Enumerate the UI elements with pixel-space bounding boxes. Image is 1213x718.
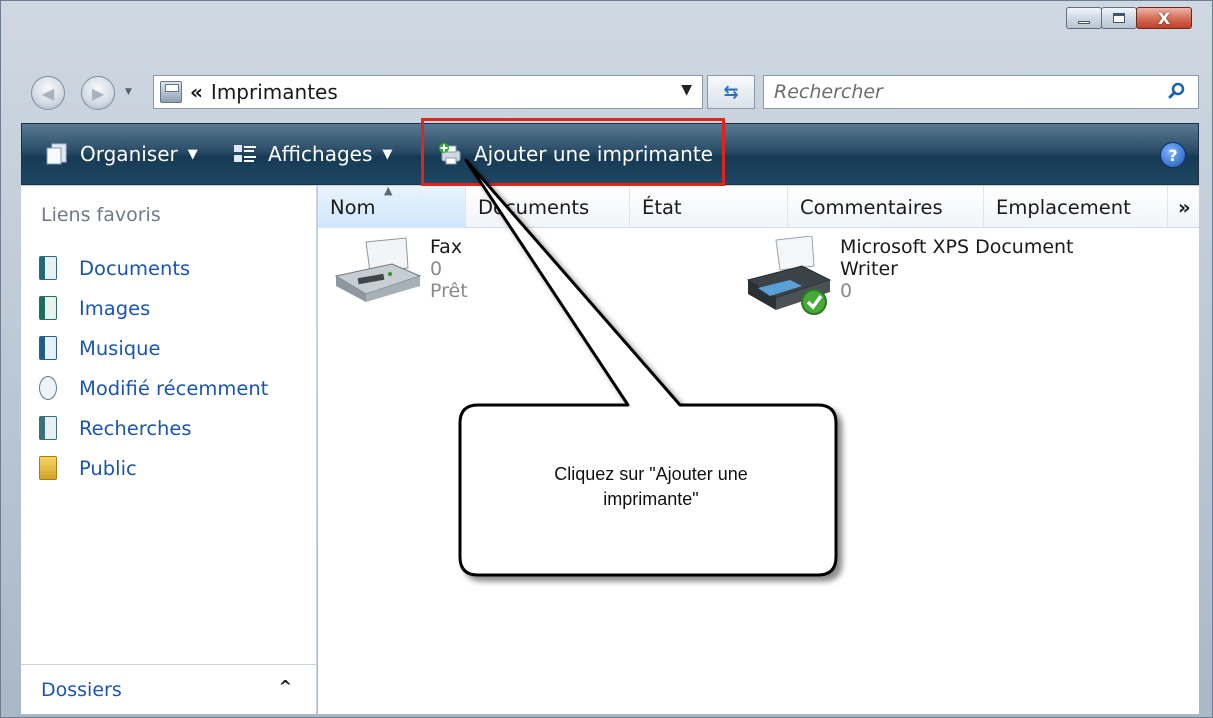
search-input[interactable] xyxy=(774,81,1154,103)
add-printer-icon xyxy=(439,143,461,165)
printer-item-fax[interactable]: Fax 0 Prêt xyxy=(328,236,468,306)
documents-icon xyxy=(39,256,57,280)
music-icon xyxy=(39,336,57,360)
column-header-label: Nom xyxy=(330,195,376,219)
sort-ascending-icon: ▲ xyxy=(384,184,393,197)
close-icon: X xyxy=(1157,8,1171,28)
printer-status: Prêt xyxy=(430,280,468,302)
navigation-pane: Liens favoris Documents Images Musique M… xyxy=(21,186,317,714)
file-list: ▲ Nom Documents État Commentaires Emplac… xyxy=(318,184,1199,714)
sidebar-item-documents[interactable]: Documents xyxy=(39,248,268,288)
callout-text: Cliquez sur "Ajouter une imprimante" xyxy=(470,462,832,512)
sidebar-item-label: Images xyxy=(79,296,151,320)
chevron-down-icon: ▼ xyxy=(382,146,393,162)
column-header-commentaires[interactable]: Commentaires xyxy=(788,186,984,228)
organiser-button[interactable]: Organiser ▼ xyxy=(44,142,198,166)
column-header-label: État xyxy=(642,195,682,219)
printers-folder-icon xyxy=(160,81,182,103)
column-header-label: Commentaires xyxy=(800,195,943,219)
breadcrumb-overflow[interactable]: « xyxy=(190,80,203,104)
sidebar-item-images[interactable]: Images xyxy=(39,288,268,328)
chevron-down-icon: ▼ xyxy=(187,146,198,162)
forward-arrow-icon: ▶ xyxy=(91,83,105,103)
folder-icon xyxy=(39,456,57,480)
add-printer-button[interactable]: Ajouter une imprimante xyxy=(438,142,713,166)
search-box[interactable] xyxy=(763,75,1199,109)
fax-machine-icon xyxy=(334,237,422,302)
back-arrow-icon: ◀ xyxy=(41,83,55,103)
affichages-button[interactable]: Affichages ▼ xyxy=(232,142,392,166)
folders-label: Dossiers xyxy=(41,678,122,701)
sidebar-item-label: Musique xyxy=(79,336,161,360)
address-dropdown-icon[interactable]: ▼ xyxy=(681,82,692,98)
callout-line-1: Cliquez sur "Ajouter une xyxy=(554,464,748,484)
views-icon xyxy=(234,145,256,162)
printer-details: Microsoft XPS Document Writer 0 xyxy=(840,236,1074,322)
back-button[interactable]: ◀ xyxy=(31,76,65,110)
column-header-label: Emplacement xyxy=(996,195,1131,219)
organiser-label: Organiser xyxy=(80,142,178,166)
printer-details: Fax 0 Prêt xyxy=(430,236,468,306)
more-columns-button[interactable]: » xyxy=(1168,186,1199,228)
images-icon xyxy=(39,296,57,320)
help-icon[interactable]: ? xyxy=(1160,142,1186,168)
printer-name: Fax xyxy=(430,236,463,258)
add-printer-label: Ajouter une imprimante xyxy=(474,142,713,166)
callout-line-2: imprimante" xyxy=(603,489,699,509)
printer-documents: 0 xyxy=(430,258,443,280)
folders-toggle[interactable]: Dossiers ^ xyxy=(21,664,316,714)
sidebar-item-label: Modifié récemment xyxy=(79,376,269,400)
sidebar-item-public[interactable]: Public xyxy=(39,448,268,488)
column-header-label: Documents xyxy=(478,195,590,219)
maximize-button[interactable] xyxy=(1101,7,1137,29)
breadcrumb-imprimantes[interactable]: Imprimantes xyxy=(211,80,338,104)
forward-button[interactable]: ▶ xyxy=(81,76,115,110)
affichages-label: Affichages xyxy=(268,142,373,166)
column-header-etat[interactable]: État xyxy=(630,186,788,228)
column-header-documents[interactable]: Documents xyxy=(466,186,630,228)
caption-buttons: X xyxy=(1066,7,1192,29)
minimize-icon xyxy=(1078,20,1090,24)
recent-icon xyxy=(39,376,57,400)
organise-icon xyxy=(46,143,67,165)
refresh-button[interactable]: ⇆ xyxy=(707,75,755,109)
sidebar-item-recent[interactable]: Modifié récemment xyxy=(39,368,268,408)
more-columns-label: » xyxy=(1178,195,1191,219)
column-header-nom[interactable]: ▲ Nom xyxy=(318,184,466,228)
sidebar-item-label: Public xyxy=(79,456,137,480)
column-header-emplacement[interactable]: Emplacement xyxy=(984,186,1168,228)
favorite-links-heading: Liens favoris xyxy=(41,204,161,226)
printer-name-line1: Microsoft XPS Document xyxy=(840,236,1074,258)
sidebar-item-label: Documents xyxy=(79,256,191,280)
printer-item-xps[interactable]: Microsoft XPS Document Writer 0 xyxy=(742,236,1074,322)
sidebar-item-recherches[interactable]: Recherches xyxy=(39,408,268,448)
search-icon[interactable] xyxy=(1168,82,1186,100)
printer-icon xyxy=(746,236,832,315)
printer-name-line2: Writer xyxy=(840,258,898,280)
sidebar-item-musique[interactable]: Musique xyxy=(39,328,268,368)
printer-documents: 0 xyxy=(840,280,853,302)
address-bar[interactable]: « Imprimantes ▼ xyxy=(153,75,703,109)
minimize-button[interactable] xyxy=(1066,7,1102,29)
sidebar-item-label: Recherches xyxy=(79,416,192,440)
close-button[interactable]: X xyxy=(1136,7,1192,29)
searches-icon xyxy=(39,416,57,440)
column-headers: ▲ Nom Documents État Commentaires Emplac… xyxy=(318,184,1199,228)
chevron-up-icon: ^ xyxy=(278,677,292,696)
maximize-icon xyxy=(1113,13,1125,23)
refresh-icon: ⇆ xyxy=(723,81,739,103)
recent-pages-dropdown[interactable]: ▼ xyxy=(125,87,132,97)
favorite-links-list: Documents Images Musique Modifié récemme… xyxy=(39,248,268,488)
explorer-window: X ◀ ▶ ▼ « Imprimantes ▼ ⇆ Organiser ▼ xyxy=(0,0,1213,718)
command-bar: Organiser ▼ Affichages ▼ Ajouter une imp… xyxy=(21,123,1199,185)
